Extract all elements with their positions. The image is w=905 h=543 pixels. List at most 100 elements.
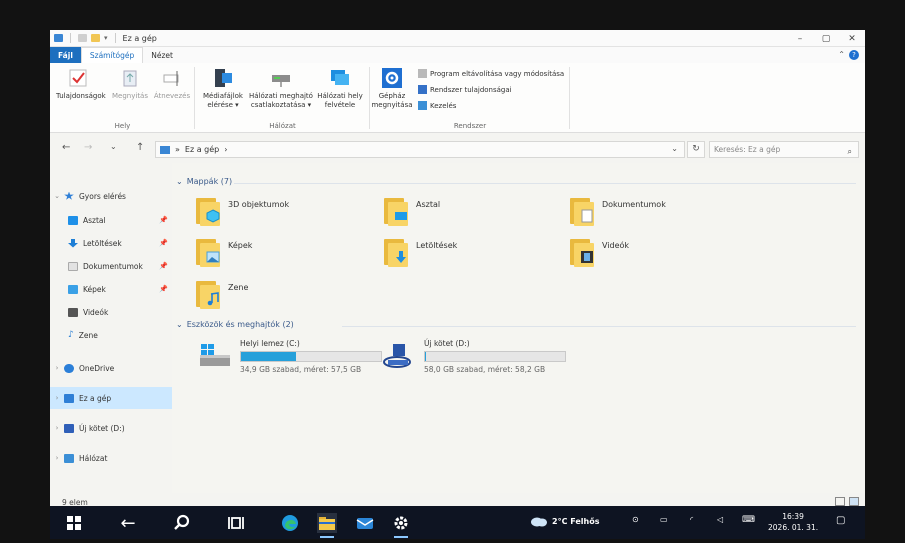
tab-computer[interactable]: Számítógép bbox=[80, 47, 144, 63]
volume-icon[interactable]: ◁ bbox=[717, 515, 723, 524]
help-icon[interactable]: ? bbox=[849, 50, 859, 60]
wifi-icon[interactable]: ◜ bbox=[690, 515, 693, 524]
tab-view[interactable]: Nézet bbox=[143, 47, 181, 63]
sidebar-item-documents[interactable]: Dokumentumok 📌 bbox=[50, 255, 172, 277]
open-icon bbox=[119, 67, 141, 89]
sidebar-label: Képek bbox=[83, 284, 106, 294]
expand-chevron-icon[interactable]: ⌄ bbox=[50, 192, 64, 200]
folder-item[interactable]: Letöltések bbox=[382, 237, 457, 275]
clock[interactable]: 16:39 2026. 01. 31. bbox=[768, 511, 818, 533]
expand-chevron-icon[interactable]: › bbox=[50, 454, 64, 462]
manage-button[interactable]: Kezelés bbox=[418, 101, 456, 110]
sidebar-label: OneDrive bbox=[79, 363, 115, 373]
expand-chevron-icon[interactable]: › bbox=[50, 424, 64, 432]
open-button[interactable]: Megnyitás bbox=[110, 67, 150, 101]
window-title: Ez a gép bbox=[122, 33, 157, 43]
battery-icon[interactable]: ▭ bbox=[660, 515, 668, 524]
recent-locations-button[interactable]: ⌄ bbox=[110, 142, 117, 151]
settings-taskbar-button[interactable] bbox=[391, 513, 411, 538]
folder-label: Képek bbox=[228, 241, 253, 250]
location-icon[interactable]: ⊙ bbox=[632, 515, 639, 524]
sidebar-label: Hálózat bbox=[79, 453, 108, 463]
system-properties-button[interactable]: Rendszer tulajdonságai bbox=[418, 85, 512, 94]
folder-item[interactable]: Képek bbox=[194, 237, 252, 275]
sidebar-item-new-volume[interactable]: › Új kötet (D:) bbox=[50, 417, 172, 439]
group-label-network: Hálózat bbox=[269, 122, 296, 130]
breadcrumb-overflow[interactable]: » bbox=[175, 145, 180, 154]
expand-chevron-icon[interactable]: › bbox=[50, 364, 64, 372]
properties-icon[interactable] bbox=[78, 34, 87, 42]
sidebar-item-downloads[interactable]: Letöltések 📌 bbox=[50, 232, 172, 254]
search-icon bbox=[174, 514, 190, 530]
search-input[interactable]: Keresés: Ez a gép ⌕ bbox=[709, 141, 859, 158]
folder-item[interactable]: Asztal bbox=[382, 196, 440, 234]
close-button[interactable]: ✕ bbox=[839, 30, 865, 47]
collapse-chevron-icon[interactable]: ⌄ bbox=[176, 320, 183, 329]
notification-icon[interactable]: ▢ bbox=[836, 515, 845, 526]
address-dropdown-icon[interactable]: ⌄ bbox=[671, 144, 678, 153]
folder-label: Asztal bbox=[416, 200, 441, 209]
mail-button[interactable] bbox=[355, 513, 375, 533]
weather-widget[interactable]: 2°C Felhős bbox=[530, 515, 599, 527]
details-view-icon[interactable] bbox=[835, 497, 845, 506]
tab-file[interactable]: Fájl bbox=[50, 47, 81, 63]
open-settings-button[interactable]: Gépház megnyitása bbox=[370, 67, 414, 110]
breadcrumb-chevron[interactable]: › bbox=[224, 145, 227, 154]
minimize-button[interactable]: – bbox=[787, 30, 813, 47]
qa-dropdown-icon[interactable]: ▾ bbox=[104, 34, 108, 42]
sidebar-item-pictures[interactable]: Képek 📌 bbox=[50, 278, 172, 300]
sidebar-label: Videók bbox=[83, 307, 109, 317]
file-explorer-taskbar-button[interactable] bbox=[317, 513, 337, 538]
up-button[interactable]: ↑ bbox=[136, 142, 144, 153]
forward-button[interactable]: → bbox=[84, 142, 92, 153]
sidebar-item-quick-access[interactable]: ⌄ Gyors elérés bbox=[50, 185, 172, 207]
desktop-icon bbox=[68, 215, 78, 225]
collapse-chevron-icon[interactable]: ⌄ bbox=[176, 177, 183, 186]
maximize-button[interactable]: ▢ bbox=[813, 30, 839, 47]
rename-button[interactable]: Átnevezés bbox=[152, 67, 192, 101]
edge-button[interactable] bbox=[280, 513, 300, 533]
sidebar-item-desktop[interactable]: Asztal 📌 bbox=[50, 209, 172, 231]
add-network-location-button[interactable]: Hálózati hely felvétele bbox=[315, 67, 365, 110]
network-location-icon bbox=[329, 67, 351, 89]
address-bar[interactable]: » Ez a gép › ⌄ bbox=[155, 141, 685, 158]
search-button[interactable] bbox=[172, 513, 192, 533]
uninstall-program-button[interactable]: Program eltávolítása vagy módosítása bbox=[418, 69, 564, 78]
folders-section-header[interactable]: ⌄ Mappák (7) bbox=[176, 177, 232, 186]
devices-section-header[interactable]: ⌄ Eszközök és meghajtók (2) bbox=[176, 320, 294, 329]
video-icon bbox=[68, 307, 78, 317]
sidebar-item-this-pc[interactable]: › Ez a gép bbox=[50, 387, 172, 409]
keyboard-icon[interactable]: ⌨ bbox=[742, 515, 755, 525]
back-button[interactable]: ← bbox=[62, 142, 70, 153]
expand-chevron-icon[interactable]: › bbox=[50, 394, 64, 402]
breadcrumb-this-pc[interactable]: Ez a gép bbox=[185, 145, 219, 154]
properties-button[interactable]: Tulajdonságok bbox=[56, 67, 106, 101]
large-icons-view-icon[interactable] bbox=[849, 497, 859, 506]
drive-free-space: 34,9 GB szabad, méret: 57,5 GB bbox=[240, 365, 362, 374]
new-folder-icon[interactable] bbox=[91, 34, 100, 42]
refresh-button[interactable]: ↻ bbox=[687, 141, 705, 158]
windows-drive-icon bbox=[200, 344, 230, 366]
ribbon-group-system: Gépház megnyitása Program eltávolítása v… bbox=[370, 63, 570, 133]
ribbon-collapse-icon[interactable]: ⌃ bbox=[838, 50, 845, 59]
map-network-drive-button[interactable]: Hálózati meghajtó csatlakoztatása ▾ bbox=[247, 67, 315, 110]
task-view-button[interactable] bbox=[226, 513, 246, 533]
map-drive-label-2: csatlakoztatása ▾ bbox=[250, 101, 312, 109]
sidebar-item-network[interactable]: › Hálózat bbox=[50, 447, 172, 469]
media-access-button[interactable]: Médiafájlok elérése ▾ bbox=[199, 67, 247, 110]
clock-time: 16:39 bbox=[782, 512, 804, 521]
drive-usage-bar bbox=[424, 351, 566, 362]
folder-item[interactable]: Zene bbox=[194, 279, 248, 317]
folder-item[interactable]: Dokumentumok bbox=[568, 196, 666, 234]
sidebar-item-onedrive[interactable]: › OneDrive bbox=[50, 357, 172, 379]
folder-item[interactable]: Videók bbox=[568, 237, 629, 275]
drive-item-c[interactable]: Helyi lemez (C:) 34,9 GB szabad, méret: … bbox=[192, 339, 392, 379]
weather-text: 2°C Felhős bbox=[552, 516, 600, 526]
folder-item[interactable]: 3D objektumok bbox=[194, 196, 289, 234]
sidebar-label: Gyors elérés bbox=[79, 191, 126, 201]
back-arrow-icon[interactable]: ← bbox=[118, 513, 138, 534]
sidebar-item-videos[interactable]: Videók bbox=[50, 301, 172, 323]
sidebar-item-music[interactable]: ♪ Zene bbox=[50, 324, 172, 346]
drive-item-d[interactable]: Új kötet (D:) 58,0 GB szabad, méret: 58,… bbox=[376, 339, 576, 379]
start-button[interactable] bbox=[64, 513, 84, 533]
